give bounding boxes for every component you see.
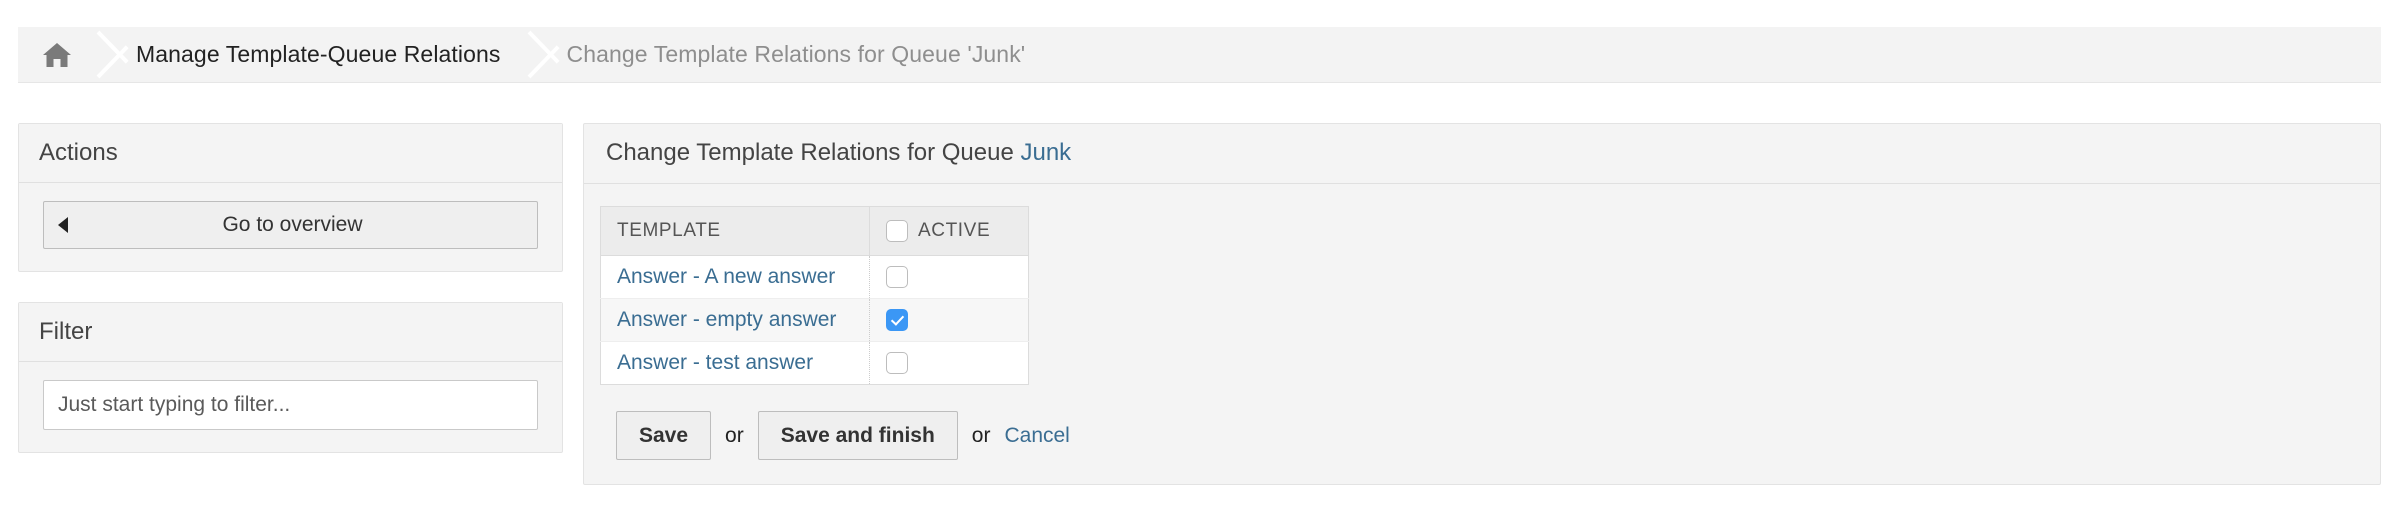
actions-widget: Actions Go to overview (18, 123, 563, 272)
filter-widget-body (19, 362, 562, 452)
filter-widget: Filter (18, 302, 563, 453)
breadcrumb: Manage Template-Queue Relations Change T… (18, 27, 2381, 83)
or-separator-1: or (725, 423, 744, 447)
breadcrumb-separator-1 (96, 27, 136, 82)
or-separator-2: or (971, 423, 991, 447)
form-actions: Save or Save and finish or Cancel (600, 385, 2358, 461)
table-header-row: TEMPLATE ACTIVE (600, 206, 1029, 256)
cell-active (869, 341, 1029, 385)
row-active-checkbox[interactable] (886, 266, 908, 289)
breadcrumb-item-manage-relations[interactable]: Manage Template-Queue Relations (136, 27, 527, 82)
table-row: Answer - test answer (600, 341, 1029, 385)
actions-widget-body: Go to overview (19, 183, 562, 271)
cell-active (869, 298, 1029, 342)
queue-name-link[interactable]: Junk (1020, 139, 1071, 166)
go-to-overview-button[interactable]: Go to overview (43, 201, 538, 249)
table-row: Answer - A new answer (600, 255, 1029, 299)
caret-left-icon (58, 217, 68, 233)
template-link[interactable]: Answer - test answer (617, 351, 813, 374)
select-all-checkbox[interactable] (886, 220, 908, 242)
home-icon (42, 41, 72, 69)
filter-input[interactable] (43, 380, 538, 430)
sidebar: Actions Go to overview Filter (18, 123, 563, 483)
template-relations-table: TEMPLATE ACTIVE Answer - A new answer An… (600, 206, 1029, 385)
column-header-active: ACTIVE (869, 206, 1029, 256)
main-content-panel: Change Template Relations for Queue Junk… (583, 123, 2381, 485)
cell-template: Answer - empty answer (600, 298, 870, 342)
panel-title: Change Template Relations for Queue Junk (584, 124, 2380, 184)
filter-widget-title: Filter (19, 303, 562, 362)
table-row: Answer - empty answer (600, 298, 1029, 342)
table-body: Answer - A new answer Answer - empty ans… (600, 255, 1029, 385)
breadcrumb-item-label: Manage Template-Queue Relations (136, 41, 501, 67)
breadcrumb-current-label: Change Template Relations for Queue 'Jun… (566, 41, 1026, 67)
breadcrumb-separator-2 (527, 27, 567, 82)
cell-template: Answer - test answer (600, 341, 870, 385)
breadcrumb-item-change-relations: Change Template Relations for Queue 'Jun… (567, 27, 1052, 82)
cell-template: Answer - A new answer (600, 255, 870, 299)
row-active-checkbox[interactable] (886, 352, 908, 375)
save-button[interactable]: Save (616, 411, 712, 461)
table-head: TEMPLATE ACTIVE (600, 206, 1029, 256)
cancel-link[interactable]: Cancel (1004, 424, 1069, 448)
column-header-active-label: ACTIVE (918, 220, 991, 241)
panel-body: TEMPLATE ACTIVE Answer - A new answer An… (584, 184, 2380, 461)
template-link[interactable]: Answer - empty answer (617, 308, 836, 331)
go-to-overview-label: Go to overview (222, 213, 363, 236)
panel-title-prefix: Change Template Relations for Queue (606, 139, 1014, 166)
row-active-checkbox[interactable] (886, 309, 908, 332)
actions-widget-title: Actions (19, 124, 562, 183)
cell-active (869, 255, 1029, 299)
breadcrumb-home-link[interactable] (18, 27, 96, 82)
template-link[interactable]: Answer - A new answer (617, 265, 835, 288)
column-header-template: TEMPLATE (600, 206, 870, 256)
save-and-finish-button[interactable]: Save and finish (757, 411, 958, 461)
